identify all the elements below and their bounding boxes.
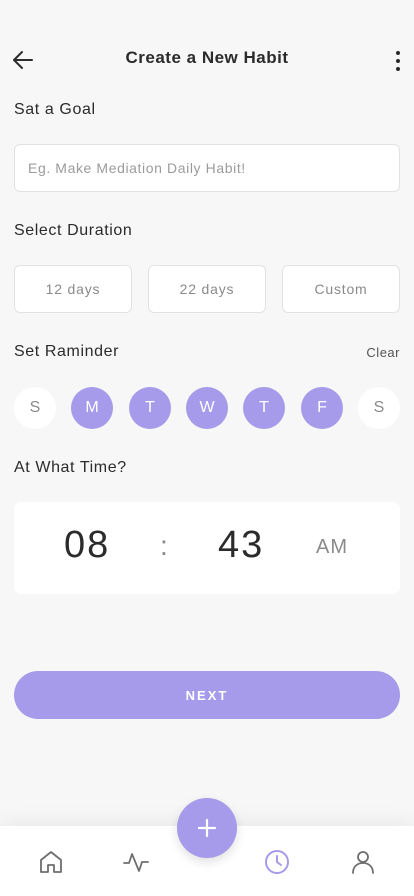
duration-options: 12 days 22 days Custom bbox=[14, 265, 400, 313]
day-saturday[interactable]: S bbox=[358, 387, 400, 429]
more-options-button[interactable] bbox=[388, 48, 408, 74]
duration-option-12-days[interactable]: 12 days bbox=[14, 265, 132, 313]
duration-option-22-days[interactable]: 22 days bbox=[148, 265, 266, 313]
minute-value[interactable]: 43 bbox=[218, 524, 264, 567]
clock-icon bbox=[265, 850, 289, 874]
time-label: At What Time? bbox=[14, 459, 127, 476]
day-thursday[interactable]: T bbox=[243, 387, 285, 429]
goal-input[interactable] bbox=[14, 144, 400, 192]
day-friday[interactable]: F bbox=[301, 387, 343, 429]
ampm-value[interactable]: AM bbox=[316, 536, 348, 559]
time-separator: : bbox=[160, 530, 168, 561]
home-icon bbox=[40, 851, 62, 873]
goal-label: Sat a Goal bbox=[14, 101, 96, 118]
time-picker: 08 : 43 AM bbox=[14, 502, 400, 594]
duration-label: Select Duration bbox=[14, 222, 133, 239]
nav-home[interactable] bbox=[37, 848, 65, 876]
activity-icon bbox=[123, 853, 149, 872]
day-tuesday[interactable]: T bbox=[129, 387, 171, 429]
reminder-days: S M T W T F S bbox=[14, 387, 400, 429]
page-title: Create a New Habit bbox=[125, 48, 289, 67]
day-sunday[interactable]: S bbox=[14, 387, 56, 429]
nav-activity[interactable] bbox=[122, 848, 150, 876]
day-wednesday[interactable]: W bbox=[186, 387, 228, 429]
next-button[interactable]: NEXT bbox=[14, 671, 400, 719]
day-monday[interactable]: M bbox=[71, 387, 113, 429]
duration-option-custom[interactable]: Custom bbox=[282, 265, 400, 313]
create-habit-screen: Create a New Habit Sat a Goal Select Dur… bbox=[0, 0, 414, 896]
header: Create a New Habit bbox=[0, 40, 414, 80]
user-icon bbox=[352, 851, 374, 874]
more-vertical-icon bbox=[396, 51, 400, 71]
plus-icon bbox=[197, 818, 217, 838]
hour-value[interactable]: 08 bbox=[64, 524, 110, 567]
nav-profile[interactable] bbox=[349, 848, 377, 876]
add-habit-button[interactable] bbox=[177, 798, 237, 858]
clear-reminder-button[interactable]: Clear bbox=[366, 345, 400, 360]
reminder-label: Set Raminder bbox=[14, 343, 120, 360]
nav-clock[interactable] bbox=[263, 848, 291, 876]
